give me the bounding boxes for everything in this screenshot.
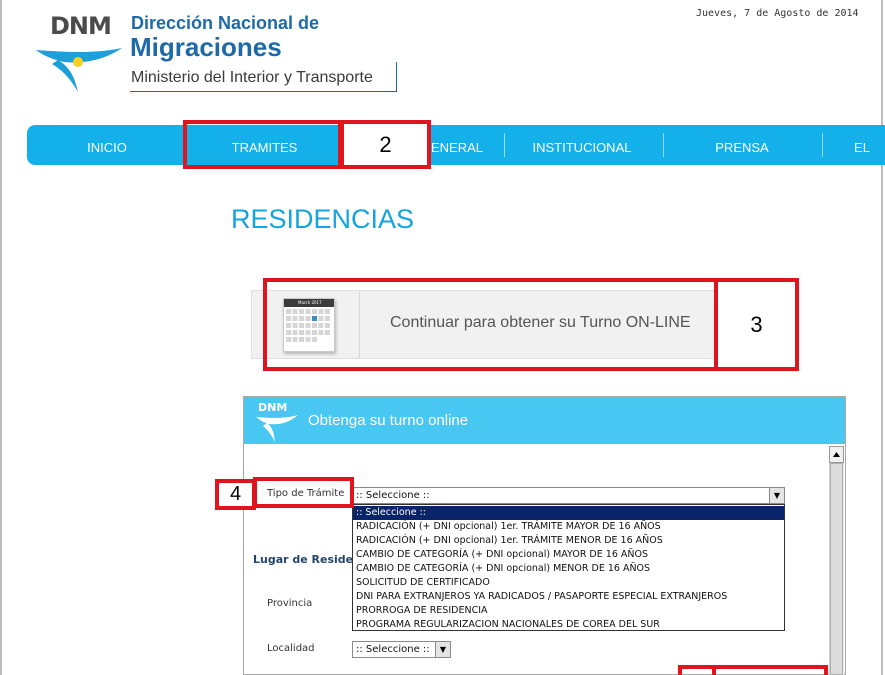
nav-separator: [822, 133, 823, 157]
dropdown-option[interactable]: SOLICITUD DE CERTIFICADO: [353, 576, 784, 590]
annotation-divider: [712, 665, 716, 675]
nav-separator: [663, 133, 664, 157]
annotation-label-2: 2: [340, 120, 431, 169]
nav-item-general[interactable]: ENERAL: [425, 125, 489, 165]
logo-line2: Migraciones: [130, 32, 282, 62]
annotation-box-tramites: [183, 120, 342, 169]
logo-line1: Dirección Nacional de: [131, 13, 320, 33]
localidad-label: Localidad: [267, 643, 315, 654]
nav-item-inicio[interactable]: INICIO: [47, 125, 167, 165]
chevron-down-icon[interactable]: ▼: [435, 642, 450, 657]
chevron-down-icon[interactable]: ▼: [769, 488, 784, 503]
page-border-left: [0, 0, 2, 675]
nav-separator: [504, 133, 505, 157]
page-title: RESIDENCIAS: [231, 204, 415, 234]
dropdown-option[interactable]: CAMBIO DE CATEGORÍA (+ DNI opcional) MAY…: [353, 548, 784, 562]
dropdown-option[interactable]: CAMBIO DE CATEGORÍA (+ DNI opcional) MEN…: [353, 562, 784, 576]
dropdown-option[interactable]: RADICACIÓN (+ DNI opcional) 1er. TRÁMITE…: [353, 520, 784, 534]
annotation-label-4: 4: [215, 479, 256, 510]
dropdown-option[interactable]: PRORROGA DE RESIDENCIA: [353, 604, 784, 618]
dropdown-option[interactable]: :: Seleccione ::: [353, 506, 784, 520]
logo-underline: [130, 91, 397, 92]
localidad-select[interactable]: :: Seleccione :: ▼: [352, 641, 451, 658]
nav-item-prensa[interactable]: PRENSA: [677, 125, 807, 165]
tipo-tramite-value: :: Seleccione ::: [356, 490, 430, 501]
date-text: Jueves, 7 de Agosto de 2014: [696, 8, 859, 19]
form-title: Obtenga su turno online: [308, 412, 469, 429]
logo-acronym: DNM: [50, 12, 112, 40]
dropdown-option[interactable]: DNI PARA EXTRANJEROS YA RADICADOS / PASA…: [353, 590, 784, 604]
provincia-label: Provincia: [267, 598, 313, 609]
scroll-up-arrow-icon: [833, 452, 840, 457]
logo-line3: Ministerio del Interior y Transporte: [131, 69, 373, 86]
page-border-right: [881, 0, 883, 675]
nav-item-el[interactable]: EL: [847, 125, 877, 165]
nav-item-institucional[interactable]: INSTITUCIONAL: [517, 125, 647, 165]
scroll-up-button[interactable]: [829, 446, 844, 463]
tipo-tramite-select[interactable]: :: Seleccione :: ▼: [352, 487, 785, 504]
main-nav: INICIO TRAMITES ENERAL INSTITUCIONAL PRE…: [27, 125, 885, 165]
dropdown-option[interactable]: PROGRAMA REGULARIZACION NACIONALES DE CO…: [353, 618, 784, 632]
logo-rule-vertical: [396, 62, 397, 92]
lugar-residencia-label: Lugar de Residencia: [253, 553, 352, 566]
annotation-label-3: 3: [714, 278, 799, 371]
form-header-logo: DNM: [258, 401, 288, 414]
annotation-box-banner: [263, 278, 718, 371]
dropdown-option[interactable]: RADICACIÓN (+ DNI opcional) 1er. TRÁMITE…: [353, 534, 784, 548]
tipo-tramite-dropdown-list: :: Seleccione :: RADICACIÓN (+ DNI opcio…: [352, 504, 785, 631]
annotation-box-partial: [678, 665, 828, 675]
form-logo-bird-icon: [256, 415, 298, 442]
scroll-thumb[interactable]: [830, 463, 843, 675]
annotation-box-tipo: [253, 477, 354, 508]
localidad-value: :: Seleccione ::: [356, 644, 430, 655]
logo-bird-icon: [36, 48, 122, 92]
